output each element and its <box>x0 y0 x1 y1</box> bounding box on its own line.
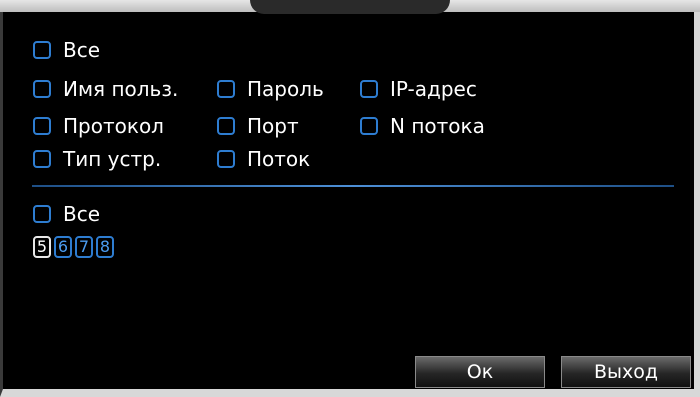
checkbox-square-icon[interactable] <box>33 150 51 168</box>
channel-6-toggle[interactable]: 6 <box>54 236 72 258</box>
checkbox-label: Пароль <box>247 77 324 101</box>
checkbox-label: Порт <box>247 114 299 138</box>
checkbox-square-icon[interactable] <box>33 117 51 135</box>
checkbox-password[interactable]: Пароль <box>217 76 324 102</box>
checkbox-all-fields[interactable]: Все <box>33 37 100 63</box>
checkbox-label: IP-адрес <box>390 77 477 101</box>
checkbox-label: N потока <box>390 114 485 138</box>
checkbox-square-icon[interactable] <box>33 41 51 59</box>
exit-button[interactable]: Выход <box>561 356 691 388</box>
ok-button[interactable]: Ок <box>415 356 545 388</box>
checkbox-label: Тип устр. <box>63 147 162 171</box>
checkbox-label: Имя польз. <box>63 77 179 101</box>
checkbox-username[interactable]: Имя польз. <box>33 76 178 102</box>
checkbox-device-type[interactable]: Тип устр. <box>33 146 161 172</box>
checkbox-protocol[interactable]: Протокол <box>33 113 164 139</box>
channel-8-toggle[interactable]: 8 <box>96 236 114 258</box>
checkbox-square-icon[interactable] <box>217 150 235 168</box>
checkbox-square-icon[interactable] <box>33 205 51 223</box>
section-divider <box>32 185 674 187</box>
dialog-frame <box>0 0 700 397</box>
checkbox-square-icon[interactable] <box>217 117 235 135</box>
checkbox-square-icon[interactable] <box>217 80 235 98</box>
checkbox-stream-number[interactable]: N потока <box>360 113 485 139</box>
checkbox-all-channels[interactable]: Все <box>33 201 100 227</box>
checkbox-label: Все <box>63 38 101 62</box>
checkbox-label: Поток <box>247 147 311 171</box>
checkbox-stream[interactable]: Поток <box>217 146 310 172</box>
channel-5-toggle[interactable]: 5 <box>33 236 51 258</box>
checkbox-label: Все <box>63 202 101 226</box>
checkbox-square-icon[interactable] <box>33 80 51 98</box>
title-tab <box>250 0 450 14</box>
checkbox-label: Протокол <box>63 114 164 138</box>
checkbox-square-icon[interactable] <box>360 117 378 135</box>
checkbox-ip-address[interactable]: IP-адрес <box>360 76 477 102</box>
checkbox-port[interactable]: Порт <box>217 113 299 139</box>
channel-7-toggle[interactable]: 7 <box>75 236 93 258</box>
checkbox-square-icon[interactable] <box>360 80 378 98</box>
